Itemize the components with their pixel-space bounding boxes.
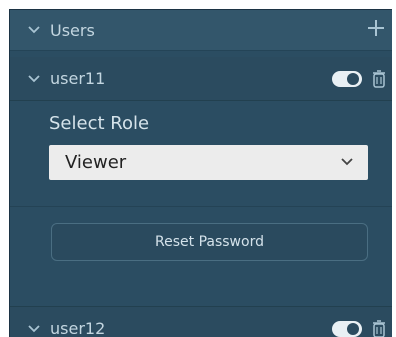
chevron-down-icon: [341, 158, 353, 166]
user-enabled-toggle[interactable]: [332, 320, 362, 337]
users-panel: Users user11 Select Role Viewer Reset Pa…: [9, 9, 392, 337]
role-select[interactable]: Viewer: [49, 145, 368, 180]
section-divider: [10, 206, 392, 207]
chevron-down-icon[interactable]: [27, 322, 40, 335]
user-row-user11[interactable]: user11: [10, 57, 392, 101]
role-select-value: Viewer: [65, 152, 127, 173]
user-row-user12[interactable]: user12: [10, 306, 392, 337]
chevron-down-icon[interactable]: [27, 24, 40, 37]
users-section-header[interactable]: Users: [10, 10, 392, 51]
reset-password-button[interactable]: Reset Password: [51, 223, 368, 261]
user-name: user11: [50, 69, 106, 88]
chevron-down-icon[interactable]: [27, 72, 40, 85]
users-section-title: Users: [50, 20, 95, 40]
user-enabled-toggle[interactable]: [332, 70, 362, 87]
plus-icon[interactable]: [366, 18, 386, 38]
select-role-label: Select Role: [49, 113, 150, 134]
trash-icon[interactable]: [372, 69, 386, 88]
trash-icon[interactable]: [372, 319, 386, 337]
user-name: user12: [50, 319, 106, 337]
